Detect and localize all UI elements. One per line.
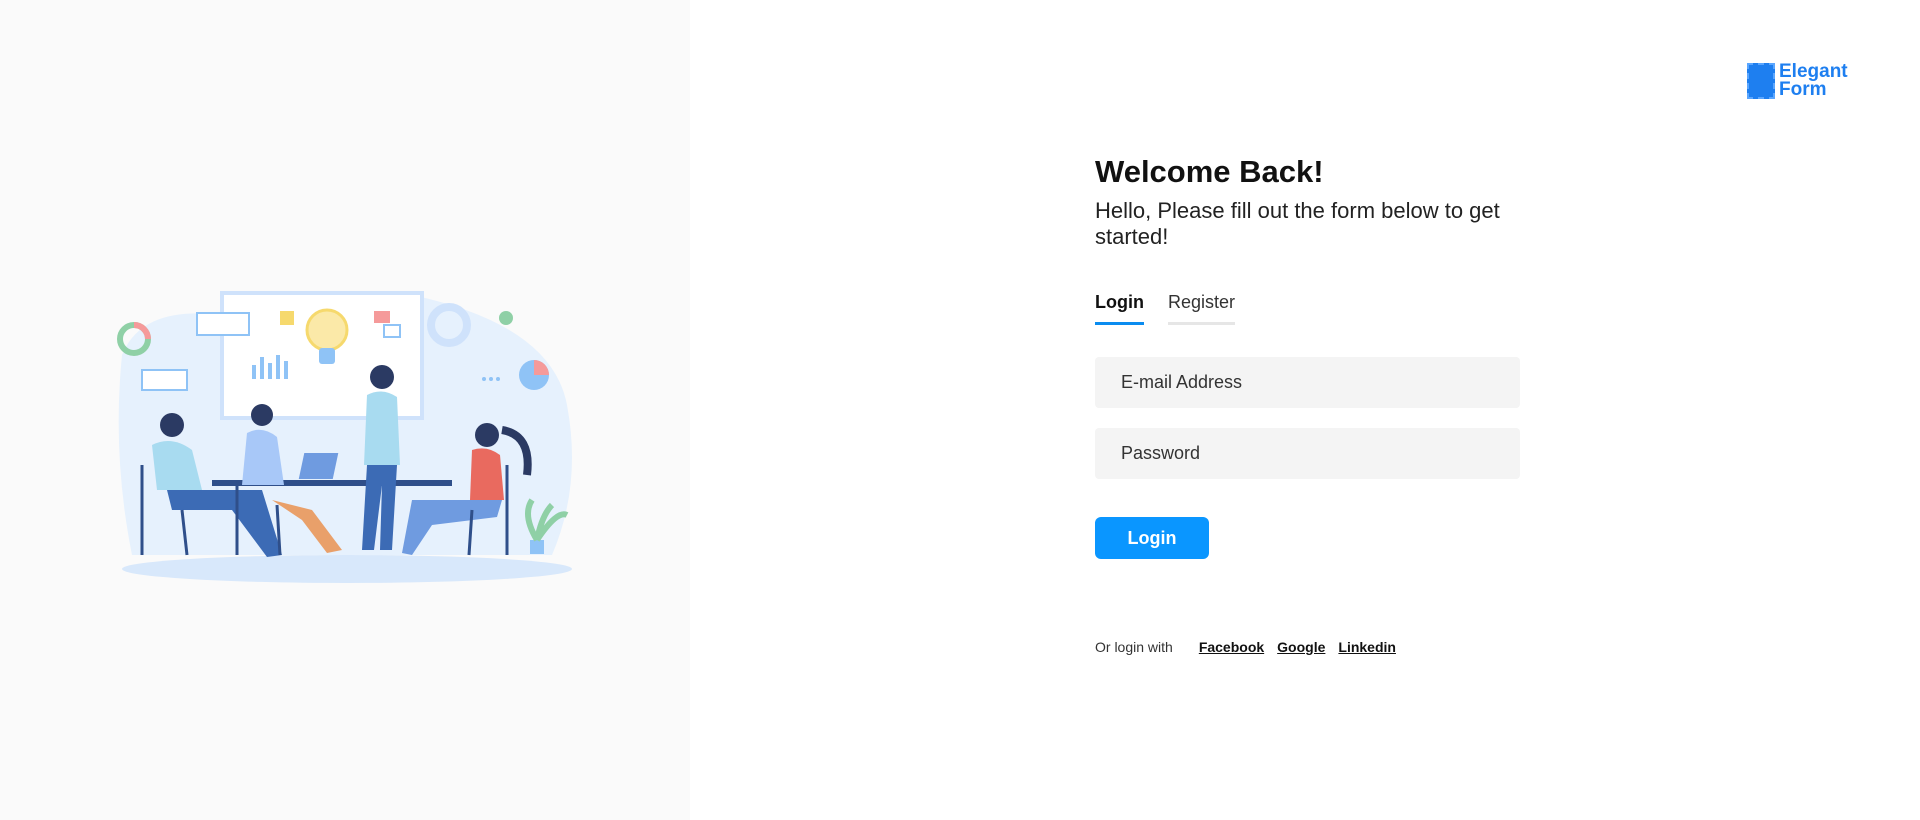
linkedin-link[interactable]: Linkedin bbox=[1338, 639, 1396, 655]
illustration-panel bbox=[0, 0, 690, 820]
brand-logo[interactable]: Elegant Form bbox=[1747, 62, 1848, 100]
tab-login[interactable]: Login bbox=[1095, 292, 1144, 325]
logo-mark-icon bbox=[1747, 63, 1775, 99]
team-meeting-illustration bbox=[117, 291, 573, 583]
login-page: Elegant Form Welcome Back! Hello, Please… bbox=[0, 0, 1920, 820]
facebook-link[interactable]: Facebook bbox=[1199, 639, 1264, 655]
auth-tabs: Login Register bbox=[1095, 292, 1520, 325]
email-field[interactable] bbox=[1095, 357, 1520, 408]
page-subtitle: Hello, Please fill out the form below to… bbox=[1095, 198, 1500, 249]
password-field[interactable] bbox=[1095, 428, 1520, 479]
login-form: Welcome Back! Hello, Please fill out the… bbox=[1095, 150, 1520, 655]
login-button[interactable]: Login bbox=[1095, 517, 1209, 559]
page-title: Welcome Back! bbox=[1095, 154, 1324, 189]
logo-line-2: Form bbox=[1779, 79, 1827, 100]
google-link[interactable]: Google bbox=[1277, 639, 1325, 655]
social-login: Or login with Facebook Google Linkedin bbox=[1095, 639, 1520, 655]
logo-text: Elegant Form bbox=[1779, 62, 1848, 100]
tab-register[interactable]: Register bbox=[1167, 292, 1236, 325]
social-login-prompt: Or login with bbox=[1095, 639, 1173, 655]
